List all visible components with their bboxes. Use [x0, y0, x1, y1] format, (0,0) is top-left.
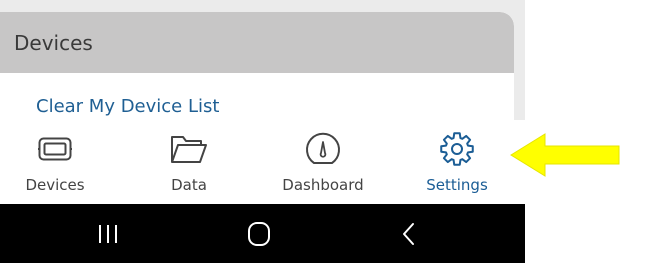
- back-chevron-icon: [403, 222, 414, 245]
- gear-icon: [437, 132, 477, 166]
- app-screen: Devices Clear My Device List Devices Dat…: [0, 0, 525, 263]
- clear-device-list-link[interactable]: Clear My Device List: [36, 96, 219, 117]
- home-button[interactable]: [219, 204, 299, 263]
- tab-settings-label: Settings: [426, 176, 488, 194]
- yellow-arrow-annotation: [510, 133, 620, 177]
- tab-dashboard[interactable]: Dashboard: [258, 120, 388, 204]
- card-header: Devices: [0, 12, 514, 73]
- tab-data[interactable]: Data: [124, 120, 254, 204]
- card-title: Devices: [14, 30, 93, 55]
- tab-devices[interactable]: Devices: [0, 120, 120, 204]
- bottom-tab-bar: Devices Data Dashboard Settings: [0, 120, 525, 204]
- home-icon: [248, 221, 270, 246]
- tab-dashboard-label: Dashboard: [282, 176, 364, 194]
- folder-icon: [169, 132, 209, 166]
- back-button[interactable]: [369, 204, 449, 263]
- android-nav-bar: [0, 204, 525, 263]
- recent-apps-button[interactable]: [68, 204, 148, 263]
- tab-data-label: Data: [171, 176, 207, 194]
- gauge-icon: [303, 132, 343, 166]
- recent-apps-icon: [99, 224, 117, 243]
- tab-settings[interactable]: Settings: [392, 120, 522, 204]
- tab-devices-label: Devices: [25, 176, 85, 194]
- battery-device-icon: [35, 132, 75, 166]
